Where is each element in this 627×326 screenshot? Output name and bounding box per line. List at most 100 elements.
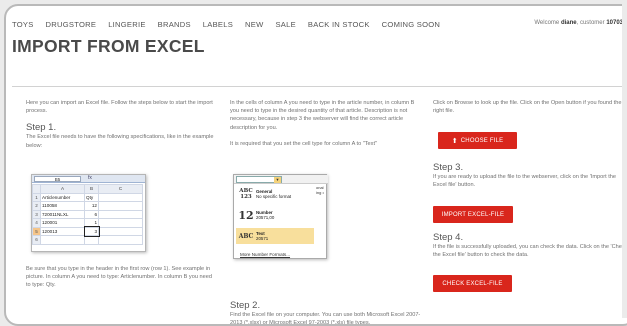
cell-c	[98, 201, 143, 211]
welcome-prefix: Welcome	[534, 20, 560, 26]
top-navigation: TOYS DRUGSTORE LINGERIE BRANDS LABELS NE…	[12, 17, 452, 31]
fx-icon: fx	[88, 175, 92, 181]
cell-b: 6	[84, 209, 99, 219]
column-header: C	[98, 184, 143, 194]
page-frame: TOYS DRUGSTORE LINGERIE BRANDS LABELS NE…	[4, 4, 627, 326]
check-excel-file-label: CHECK EXCEL-FILE	[442, 280, 503, 287]
format-option-number: 12 Number 20571,00	[236, 207, 314, 223]
welcome-middle: , customer	[576, 20, 605, 26]
nav-item-lingerie[interactable]: LINGERIE	[108, 20, 145, 29]
nav-item-labels[interactable]: LABELS	[203, 20, 233, 29]
row-number: 1	[32, 192, 41, 202]
format-option-text: ABC Text 20571	[236, 228, 314, 244]
table-row: 3 720011NLXL 6	[32, 209, 143, 219]
cell-c	[98, 226, 143, 236]
browse-instructions-text: Click on Browse to look up the file. Cli…	[433, 100, 622, 115]
general-format-icon: ABC 123	[239, 188, 253, 200]
row-number: 2	[32, 201, 41, 211]
import-excel-file-button[interactable]: IMPORT EXCEL-FILE	[433, 206, 513, 223]
step-4-heading: Step 4.	[433, 232, 464, 243]
choose-file-label: CHOOSE FILE	[460, 137, 504, 144]
step-4-block: Step 4. If the file is successfully uplo…	[433, 232, 627, 259]
title-divider	[12, 86, 626, 87]
row-number: 4	[32, 218, 41, 228]
user-name: diane	[560, 20, 577, 26]
nav-item-brands[interactable]: BRANDS	[158, 20, 191, 29]
cell-b: 12	[84, 201, 99, 211]
upload-icon: ⬆	[451, 137, 458, 145]
step-1-text: The Excel file needs to have the followi…	[26, 134, 214, 149]
welcome-message: Welcome diane, customer 10703	[534, 20, 623, 26]
table-row: 1 Articlenumber Qty	[32, 192, 143, 202]
step-2-block: Step 2. Find the Excel file on your comp…	[230, 300, 430, 326]
format-sample: 20571	[256, 236, 269, 241]
step-2-text: Find the Excel file on your computer. Yo…	[230, 312, 421, 326]
cell-b: 1	[84, 218, 99, 228]
cell-type-requirement-text: It is required that you set the cell typ…	[230, 140, 377, 147]
cell-a: 720011NLXL	[40, 209, 85, 219]
cell-a: 110058	[40, 201, 85, 211]
number-format-menu-image: ▼ onal ing • ABC 123 General No specific…	[233, 174, 328, 259]
column-instructions-text: In the cells of column A you need to typ…	[230, 100, 415, 131]
nav-item-coming-soon[interactable]: COMING SOON	[382, 20, 440, 29]
format-sample: No specific format	[256, 194, 292, 199]
ribbon-text-2: ing •	[316, 190, 324, 195]
step-3-block: Step 3. If you are ready to upload the f…	[433, 162, 627, 189]
step-3-heading: Step 3.	[433, 162, 464, 173]
corner-cell	[32, 184, 41, 194]
format-toolbar: ▼	[234, 175, 328, 184]
text-format-icon: ABC	[238, 232, 254, 240]
row-number: 3	[32, 209, 41, 219]
nav-item-back-in-stock[interactable]: BACK IN STOCK	[308, 20, 370, 29]
row-number: 5	[32, 226, 41, 236]
check-excel-file-button[interactable]: CHECK EXCEL-FILE	[433, 275, 512, 292]
cell-a: 120013	[40, 226, 85, 236]
spreadsheet-example-image: B5 fx A B C 1 Articlenumber Qty 2 110058…	[31, 174, 146, 252]
row-number: 6	[32, 235, 41, 245]
formula-bar: B5 fx	[32, 175, 145, 183]
cell-c	[98, 235, 143, 245]
chevron-down-icon: ▼	[274, 177, 281, 183]
table-row: 6	[32, 235, 143, 245]
cell-c	[98, 192, 143, 202]
cell-c	[98, 209, 143, 219]
column-header-row: A B C	[32, 184, 143, 194]
more-number-formats-link: More Number Formats...	[240, 252, 291, 257]
page-edge-shade	[622, 0, 627, 318]
column-header: B	[84, 184, 99, 194]
cell-b	[84, 235, 99, 245]
customer-number: 10703	[606, 20, 623, 26]
step-2-heading: Step 2.	[230, 300, 261, 311]
cell-a: 120001	[40, 218, 85, 228]
table-row: 5 120013 3	[32, 226, 143, 237]
intro-text: Here you can import an Excel file. Follo…	[26, 100, 213, 115]
import-excel-file-label: IMPORT EXCEL-FILE	[441, 211, 505, 218]
instructions-column-2: In the cells of column A you need to typ…	[230, 99, 420, 148]
format-option-label: General No specific format	[256, 189, 291, 199]
format-combo-box: ▼	[236, 176, 282, 183]
choose-file-button[interactable]: ⬆ CHOOSE FILE	[438, 132, 517, 149]
format-option-label: Number 20571,00	[256, 210, 274, 220]
instructions-column-3: Click on Browse to look up the file. Cli…	[433, 99, 623, 115]
instructions-column-1: Here you can import an Excel file. Follo…	[26, 99, 216, 150]
ribbon-partial-text: onal ing •	[316, 185, 324, 195]
nav-item-toys[interactable]: TOYS	[12, 20, 34, 29]
step-3-text: If you are ready to upload the file to t…	[433, 174, 616, 189]
step-1-heading: Step 1.	[26, 122, 57, 134]
page-title: IMPORT FROM EXCEL	[12, 36, 205, 56]
cell-a: Articlenumber	[40, 192, 85, 202]
nav-item-new[interactable]: NEW	[245, 20, 263, 29]
name-box: B5	[34, 176, 81, 182]
cell-a	[40, 235, 85, 245]
table-row: 2 110058 12	[32, 201, 143, 211]
format-option-label: Text 20571	[256, 231, 268, 241]
nav-item-drugstore[interactable]: DRUGSTORE	[46, 20, 97, 29]
selected-cell-b: 3	[83, 226, 100, 237]
column-header: A	[40, 184, 85, 194]
number-format-icon: 12	[238, 208, 254, 222]
step-4-text: If the file is successfully uploaded, yo…	[433, 244, 627, 259]
nav-item-sale[interactable]: SALE	[275, 20, 295, 29]
cell-b: Qty	[84, 192, 99, 202]
format-option-general: ABC 123 General No specific format	[236, 186, 314, 202]
table-row: 4 120001 1	[32, 218, 143, 228]
